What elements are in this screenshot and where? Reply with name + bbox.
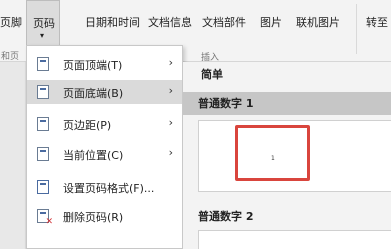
doc-parts-label: 文档部件 bbox=[202, 16, 246, 29]
doc-info-label: 文档信息 bbox=[148, 16, 192, 29]
chevron-right-icon: › bbox=[168, 146, 173, 159]
chevron-right-icon: › bbox=[168, 56, 173, 69]
goto-label: 转至 bbox=[366, 16, 388, 29]
menu-item-label: 页面底端(B) bbox=[63, 87, 124, 100]
page-number-label: 页码 bbox=[33, 17, 55, 30]
footer-button[interactable]: 页脚 bbox=[0, 0, 22, 44]
menu-item-label: 页面顶端(T) bbox=[63, 59, 123, 72]
doc-parts-button[interactable]: 文档部件 bbox=[202, 0, 252, 44]
date-time-label: 日期和时间 bbox=[85, 16, 140, 29]
menu-item-bottom-of-page[interactable]: 页面底端(B) › bbox=[27, 80, 182, 104]
current-position-icon bbox=[37, 147, 49, 161]
gallery-preview-plain-number-1[interactable]: 1 bbox=[198, 120, 391, 192]
doc-info-button[interactable]: 文档信息 bbox=[148, 0, 198, 44]
remove-page-number-icon bbox=[37, 209, 53, 227]
picture-label: 图片 bbox=[260, 16, 282, 29]
format-page-number-icon bbox=[37, 180, 49, 194]
chevron-right-icon: › bbox=[168, 84, 173, 97]
page-number-button[interactable]: 页码 ▾ bbox=[26, 0, 60, 46]
chevron-right-icon: › bbox=[168, 116, 173, 129]
online-picture-label: 联机图片 bbox=[296, 16, 340, 29]
page-number-menu: 页面顶端(T) › 页面底端(B) › 页边距(P) › 当前位置(C) › 设… bbox=[26, 45, 183, 249]
footer-label: 页脚 bbox=[0, 16, 22, 29]
gallery-section-header: 简单 bbox=[183, 62, 391, 88]
page-bottom-icon bbox=[37, 85, 49, 99]
menu-item-remove-page-numbers[interactable]: 删除页码(R) bbox=[27, 204, 182, 228]
left-panel bbox=[0, 62, 26, 249]
group-label-header-footer: 和页 bbox=[1, 52, 20, 62]
page-top-icon bbox=[37, 57, 49, 71]
menu-item-label: 设置页码格式(F)... bbox=[63, 182, 155, 195]
menu-item-page-margins[interactable]: 页边距(P) › bbox=[27, 112, 182, 136]
gallery-option-plain-number-2[interactable]: 普通数字 2 bbox=[198, 208, 253, 224]
page-number-gallery: 简单 普通数字 1 1 普通数字 2 bbox=[182, 62, 391, 249]
menu-item-current-position[interactable]: 当前位置(C) › bbox=[27, 142, 182, 166]
page-margins-icon bbox=[37, 117, 49, 131]
menu-item-label: 删除页码(R) bbox=[63, 211, 124, 224]
ribbon-separator bbox=[356, 4, 357, 54]
menu-item-format-page-numbers[interactable]: 设置页码格式(F)... bbox=[27, 175, 182, 199]
online-picture-button[interactable]: 联机图片 bbox=[296, 0, 348, 44]
gallery-preview-plain-number-2[interactable] bbox=[198, 230, 391, 249]
gallery-option-plain-number-1[interactable]: 普通数字 1 bbox=[183, 92, 391, 115]
highlight-box: 1 bbox=[235, 125, 310, 181]
picture-button[interactable]: 图片 bbox=[260, 0, 286, 44]
chevron-down-icon: ▾ bbox=[40, 31, 45, 40]
menu-item-label: 当前位置(C) bbox=[63, 149, 124, 162]
preview-page-number: 1 bbox=[271, 155, 275, 162]
goto-button[interactable]: 转至 bbox=[366, 0, 391, 44]
date-time-button[interactable]: 日期和时间 bbox=[85, 0, 145, 44]
menu-item-label: 页边距(P) bbox=[63, 119, 112, 132]
menu-item-top-of-page[interactable]: 页面顶端(T) › bbox=[27, 52, 182, 76]
